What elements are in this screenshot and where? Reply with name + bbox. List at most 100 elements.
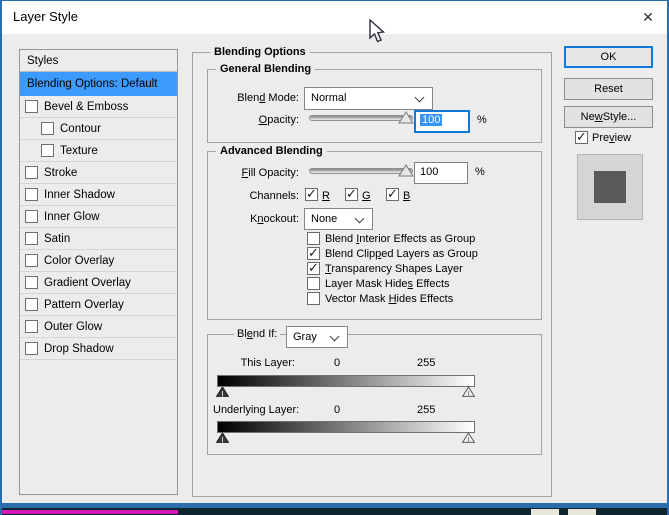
this-layer-white-marker[interactable] <box>462 387 475 397</box>
sidebar-item-label: Satin <box>44 232 71 245</box>
vector-mask-hides-label: Vector Mask Hides Effects <box>325 293 454 305</box>
sidebar-item-outer-glow[interactable]: Outer Glow <box>20 316 177 338</box>
fill-opacity-input[interactable]: 100 <box>414 162 468 184</box>
sidebar-item-label: Outer Glow <box>44 320 103 333</box>
channel-g-checkbox[interactable] <box>345 186 358 202</box>
background-tab <box>568 509 596 515</box>
gradient-overlay-checkbox[interactable] <box>25 276 38 289</box>
sidebar-item-label: Blending Options: Default <box>27 77 158 90</box>
styles-list-header: Styles <box>20 50 177 72</box>
blend-if-label: Blend If: <box>234 328 281 340</box>
bevel-emboss-checkbox[interactable] <box>25 100 38 113</box>
sidebar-item-label: Stroke <box>44 166 78 179</box>
reset-button[interactable]: Reset <box>564 78 653 100</box>
close-button[interactable]: ✕ <box>633 5 663 29</box>
transparency-shapes-checkbox[interactable] <box>307 260 320 276</box>
opacity-label: Opacity: <box>258 114 299 126</box>
blend-if-dropdown[interactable]: Gray <box>286 326 348 348</box>
vector-mask-hides-checkbox[interactable] <box>307 292 320 305</box>
opacity-slider-thumb[interactable] <box>398 111 414 124</box>
chevron-down-icon <box>354 213 365 224</box>
window-title: Layer Style <box>13 9 79 24</box>
sidebar-item-label: Texture <box>60 144 98 157</box>
inner-shadow-checkbox[interactable] <box>25 188 38 201</box>
transparency-shapes-label: Transparency Shapes Layer <box>325 263 463 275</box>
opacity-unit: % <box>477 114 487 126</box>
layer-mask-hides-label: Layer Mask Hides Effects <box>325 278 450 290</box>
background-bleed <box>2 508 667 515</box>
channel-g-label: G <box>362 190 371 202</box>
channel-b-label: B <box>403 190 411 202</box>
fill-opacity-label: Fill Opacity: <box>241 167 299 179</box>
channel-r-checkbox[interactable] <box>305 186 318 202</box>
sidebar-item-stroke[interactable]: Stroke <box>20 162 177 184</box>
preview-swatch-inner <box>594 171 626 203</box>
blend-mode-label: Blend Mode: <box>237 92 299 104</box>
sidebar-item-label: Drop Shadow <box>44 342 114 355</box>
sidebar-item-blending-options[interactable]: Blending Options: Default <box>20 72 177 96</box>
titlebar[interactable]: Layer Style ✕ <box>2 1 667 34</box>
this-layer-max: 255 <box>417 357 436 369</box>
knockout-dropdown[interactable]: None <box>304 208 373 230</box>
ok-button[interactable]: OK <box>564 46 653 68</box>
color-overlay-checkbox[interactable] <box>25 254 38 267</box>
layer-mask-hides-checkbox[interactable] <box>307 277 320 290</box>
outer-glow-checkbox[interactable] <box>25 320 38 333</box>
sidebar-item-color-overlay[interactable]: Color Overlay <box>20 250 177 272</box>
blend-if-value: Gray <box>293 331 317 343</box>
sidebar-item-drop-shadow[interactable]: Drop Shadow <box>20 338 177 360</box>
fill-opacity-slider-thumb[interactable] <box>398 164 414 177</box>
general-blending-title: General Blending <box>216 63 316 75</box>
blend-interior-checkbox[interactable] <box>307 232 320 245</box>
preview-checkbox[interactable] <box>575 129 588 145</box>
satin-checkbox[interactable] <box>25 232 38 245</box>
stroke-checkbox[interactable] <box>25 166 38 179</box>
knockout-value: None <box>311 213 338 225</box>
sidebar-item-satin[interactable]: Satin <box>20 228 177 250</box>
blend-clipped-checkbox[interactable] <box>307 245 320 261</box>
channel-b-checkbox[interactable] <box>386 186 399 202</box>
opacity-input[interactable]: 100 <box>414 110 470 133</box>
underlying-layer-black-marker[interactable] <box>216 433 229 443</box>
sidebar-item-bevel-emboss[interactable]: Bevel & Emboss <box>20 96 177 118</box>
chevron-down-icon <box>329 331 340 342</box>
blend-mode-dropdown[interactable]: Normal <box>304 87 433 110</box>
fill-opacity-value: 100 <box>420 166 439 178</box>
sidebar-item-gradient-overlay[interactable]: Gradient Overlay <box>20 272 177 294</box>
styles-list-empty-area <box>20 360 177 494</box>
blend-interior-label: Blend Interior Effects as Group <box>325 233 476 245</box>
underlying-layer-label: Underlying Layer: <box>213 404 300 416</box>
channel-r-label: R <box>322 190 330 202</box>
drop-shadow-checkbox[interactable] <box>25 342 38 355</box>
channels-label: Channels: <box>249 190 299 202</box>
new-style-button[interactable]: Ne w Style... <box>564 106 653 128</box>
contour-checkbox[interactable] <box>41 122 54 135</box>
styles-header-label: Styles <box>27 54 59 67</box>
opacity-value: 100 <box>420 114 443 126</box>
preview-swatch <box>577 154 643 220</box>
sidebar-item-label: Gradient Overlay <box>44 276 131 289</box>
underlying-layer-white-marker[interactable] <box>462 433 475 443</box>
sidebar-item-pattern-overlay[interactable]: Pattern Overlay <box>20 294 177 316</box>
sidebar-item-contour[interactable]: Contour <box>20 118 177 140</box>
this-layer-black-marker[interactable] <box>216 387 229 397</box>
sidebar-item-texture[interactable]: Texture <box>20 140 177 162</box>
background-magenta-line <box>2 510 178 514</box>
sidebar-item-label: Color Overlay <box>44 254 115 267</box>
knockout-label: Knockout: <box>250 213 299 225</box>
pattern-overlay-checkbox[interactable] <box>25 298 38 311</box>
sidebar-item-label: Bevel & Emboss <box>44 100 129 113</box>
mouse-cursor <box>369 19 386 43</box>
blend-mode-value: Normal <box>311 92 347 104</box>
this-layer-min: 0 <box>334 357 341 369</box>
sidebar-item-inner-glow[interactable]: Inner Glow <box>20 206 177 228</box>
texture-checkbox[interactable] <box>41 144 54 157</box>
sidebar-item-label: Pattern Overlay <box>44 298 124 311</box>
chevron-down-icon <box>414 92 425 103</box>
underlying-layer-gradient-bar <box>217 421 475 433</box>
sidebar-item-inner-shadow[interactable]: Inner Shadow <box>20 184 177 206</box>
inner-glow-checkbox[interactable] <box>25 210 38 223</box>
layer-style-dialog: Layer Style ✕ Styles Blending Options: D… <box>0 0 669 515</box>
background-tab <box>531 509 559 515</box>
underlying-layer-min: 0 <box>334 404 341 416</box>
